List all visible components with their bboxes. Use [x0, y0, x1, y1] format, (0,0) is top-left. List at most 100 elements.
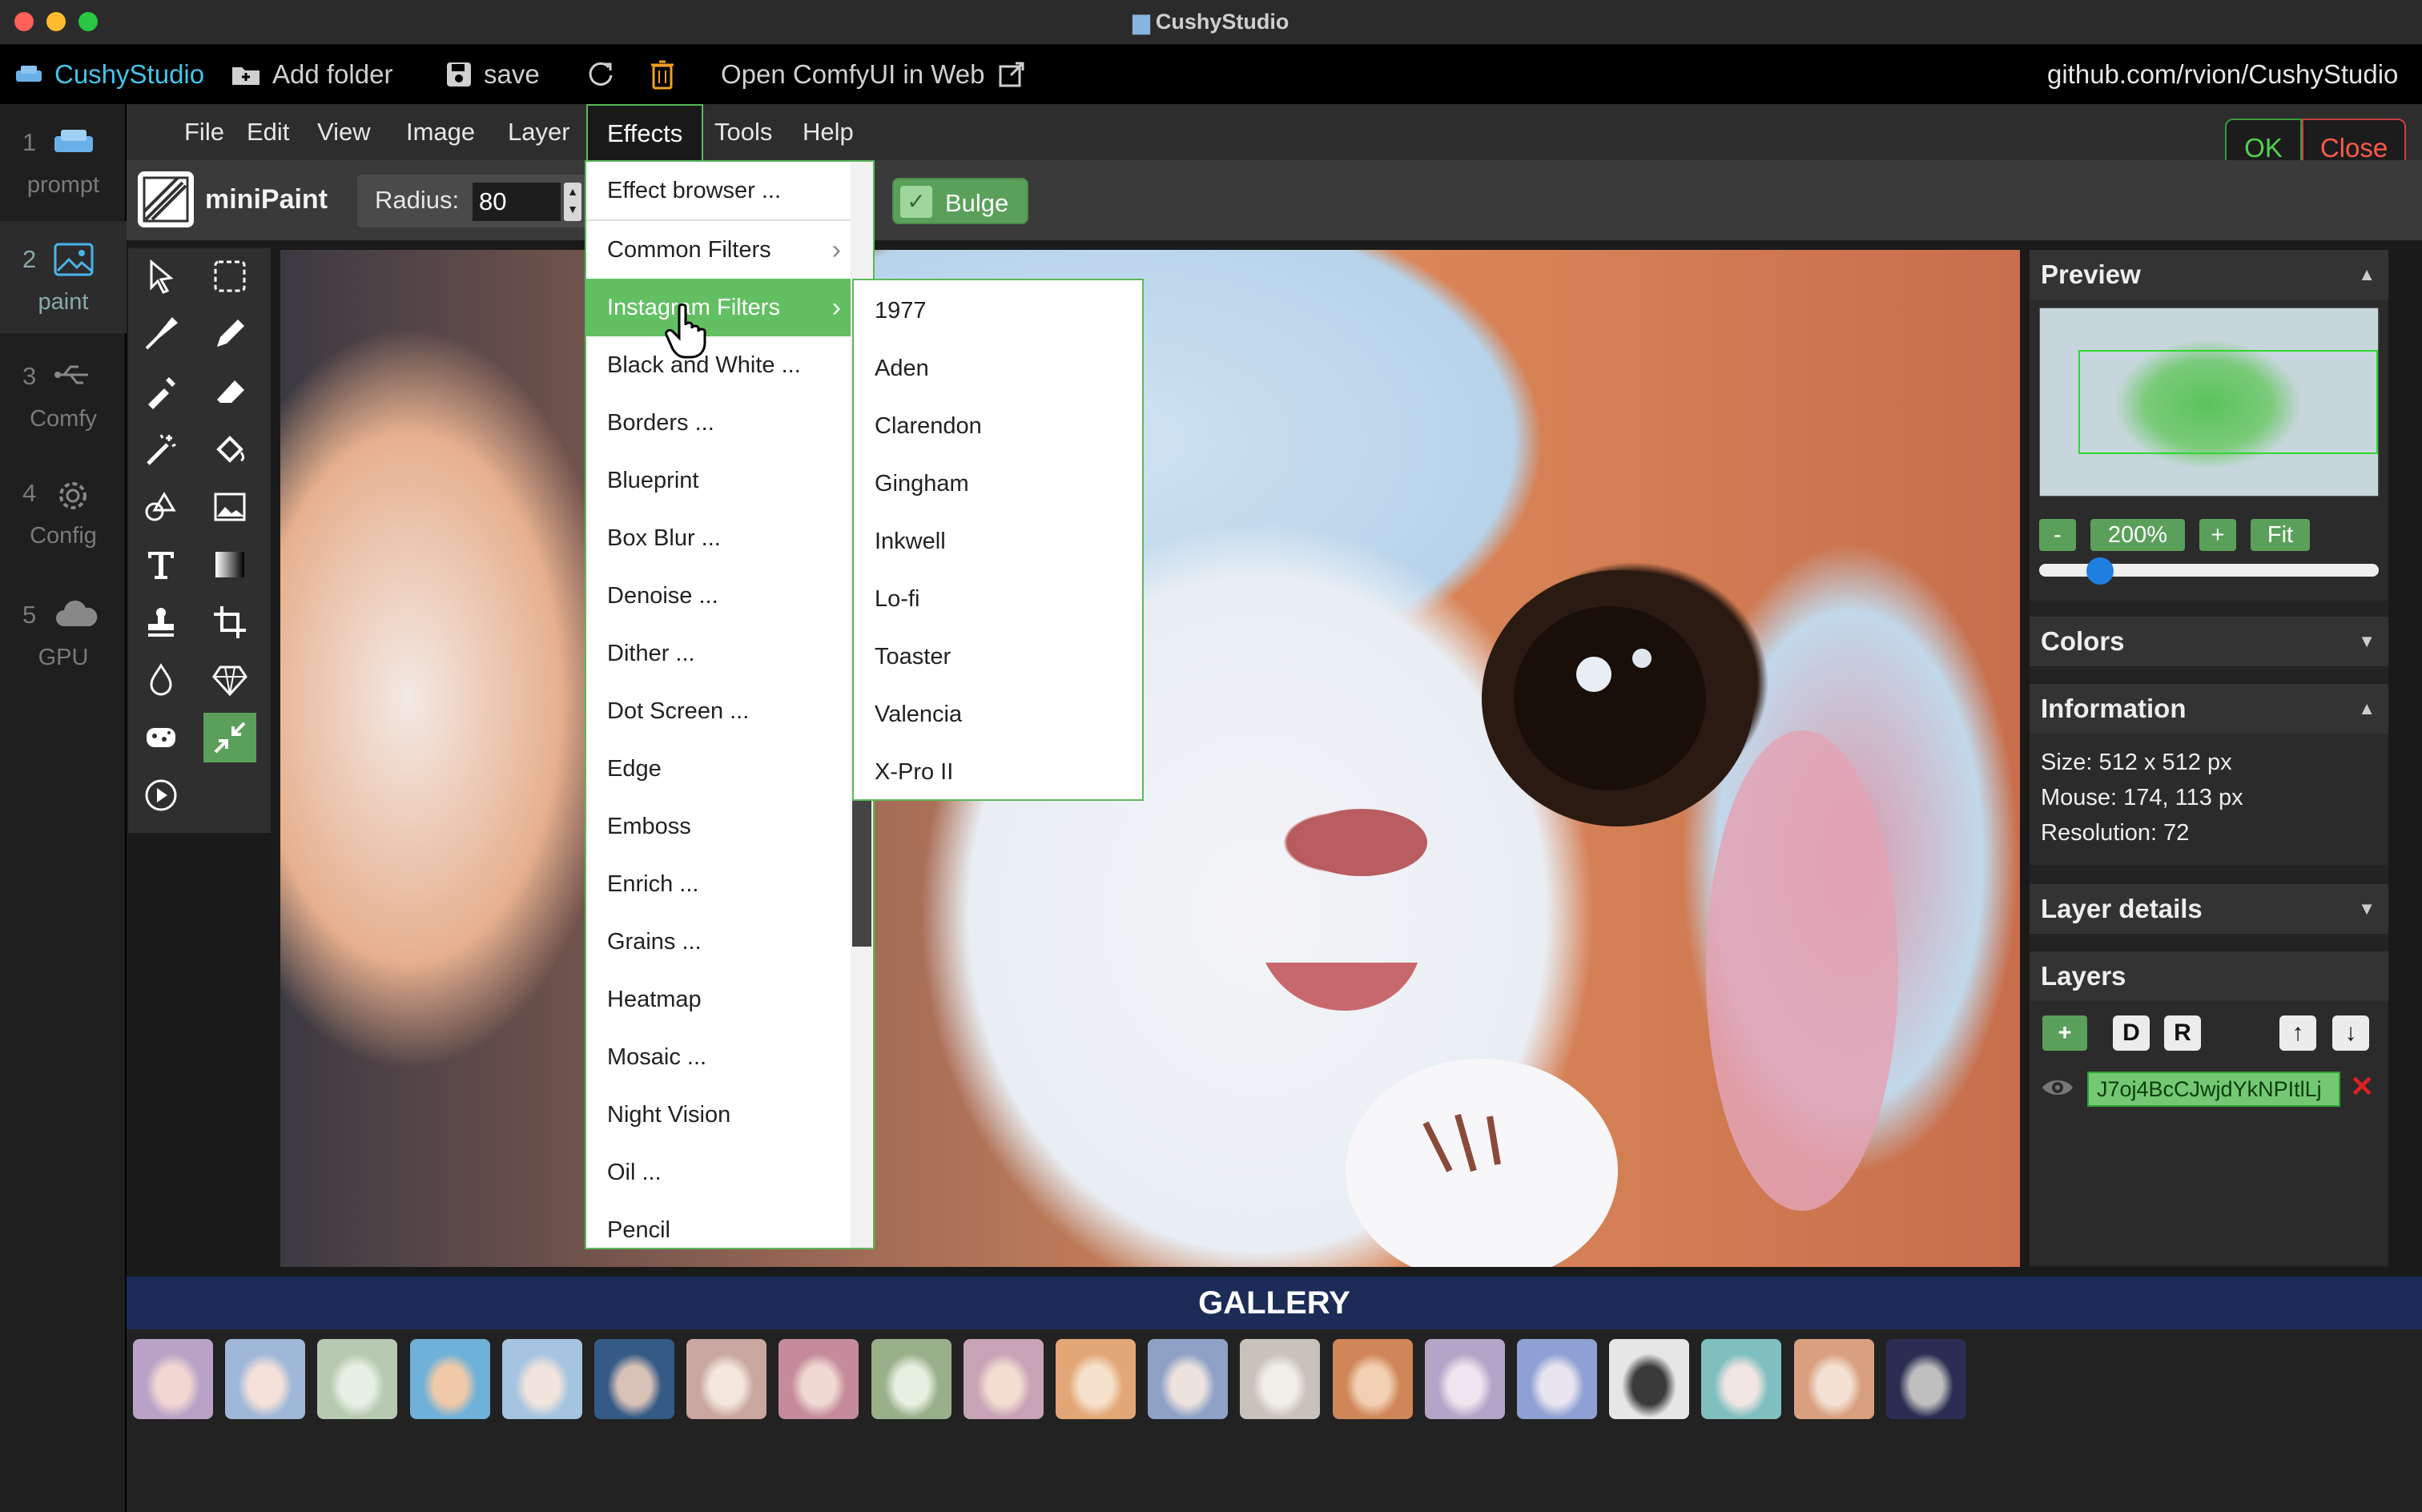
- zoom-slider-handle[interactable]: [2086, 557, 2114, 585]
- menu-item-1977[interactable]: 1977: [854, 282, 1142, 340]
- preview-viewport-box[interactable]: [2078, 350, 2378, 454]
- menu-item-edge[interactable]: Edge: [586, 740, 851, 798]
- move-layer-up-button[interactable]: ↑: [2279, 1015, 2316, 1051]
- save-button[interactable]: save: [445, 56, 540, 93]
- rect-select-tool[interactable]: [203, 251, 256, 301]
- gallery-thumbnail[interactable]: [1424, 1339, 1505, 1419]
- menu-item-mosaic[interactable]: Mosaic ...: [586, 1028, 851, 1086]
- crop-tool[interactable]: [203, 597, 256, 647]
- zoom-out-button[interactable]: -: [2039, 519, 2076, 551]
- gallery-thumbnail[interactable]: [225, 1339, 306, 1419]
- menu-item-inkwell[interactable]: Inkwell: [854, 513, 1142, 570]
- menu-item-blueprint[interactable]: Blueprint: [586, 452, 851, 509]
- gallery-thumbnail[interactable]: [686, 1339, 767, 1419]
- radius-stepper[interactable]: ▲ ▼: [564, 183, 581, 221]
- bulge-pinch-tool[interactable]: [203, 713, 256, 762]
- gallery-thumbnail[interactable]: [594, 1339, 674, 1419]
- gallery-thumbnail[interactable]: [871, 1339, 952, 1419]
- menu-item-box-blur[interactable]: Box Blur ...: [586, 509, 851, 567]
- brush-tool[interactable]: [135, 309, 187, 359]
- menu-item-toaster[interactable]: Toaster: [854, 628, 1142, 686]
- colors-panel-header[interactable]: Colors ▼: [2030, 617, 2388, 666]
- menu-edit[interactable]: Edit: [227, 104, 308, 160]
- gallery-thumbnail[interactable]: [1517, 1339, 1597, 1419]
- raster-layer-button[interactable]: R: [2164, 1015, 2201, 1051]
- menu-item-oil[interactable]: Oil ...: [586, 1144, 851, 1201]
- sidebar-item-gpu[interactable]: 5 GPU: [0, 577, 127, 689]
- repo-link[interactable]: github.com/rvion/CushyStudio: [2047, 56, 2398, 93]
- menu-item-grains[interactable]: Grains ...: [586, 913, 851, 971]
- menu-item-x-pro-ii[interactable]: X-Pro II: [854, 743, 1142, 801]
- preview-panel-header[interactable]: Preview ▲: [2030, 250, 2388, 300]
- gallery-thumbnail[interactable]: [1332, 1339, 1413, 1419]
- gallery-thumbnail[interactable]: [1056, 1339, 1136, 1419]
- pencil-tool[interactable]: [203, 309, 256, 359]
- menu-item-gingham[interactable]: Gingham: [854, 455, 1142, 513]
- menu-item-effect-browser[interactable]: Effect browser ...: [586, 162, 851, 219]
- gallery-thumbnail[interactable]: [317, 1339, 398, 1419]
- gallery-thumbnail[interactable]: [133, 1339, 213, 1419]
- zoom-in-button[interactable]: +: [2199, 519, 2236, 551]
- menu-view[interactable]: View: [298, 104, 390, 160]
- delete-layer-icon[interactable]: ✕: [2350, 1070, 2374, 1104]
- sharpen-tool[interactable]: [203, 655, 256, 705]
- menu-item-dot-screen[interactable]: Dot Screen ...: [586, 682, 851, 740]
- sidebar-item-config[interactable]: 4 Config: [0, 455, 127, 567]
- gallery-thumbnail[interactable]: [501, 1339, 582, 1419]
- gallery-thumbnail[interactable]: [1148, 1339, 1229, 1419]
- sidebar-item-prompt[interactable]: 1 prompt: [0, 104, 127, 216]
- gallery-thumbnail[interactable]: [1793, 1339, 1874, 1419]
- menu-item-aden[interactable]: Aden: [854, 340, 1142, 397]
- menu-item-pencil[interactable]: Pencil: [586, 1201, 851, 1248]
- text-tool[interactable]: [135, 540, 187, 589]
- add-folder-button[interactable]: Add folder: [231, 56, 392, 93]
- layer-name[interactable]: J7oj4BcCJwjdYkNPItlLj: [2087, 1072, 2340, 1107]
- menu-item-common-filters[interactable]: Common Filters ›: [586, 221, 851, 279]
- menu-image[interactable]: Image: [387, 104, 494, 160]
- gallery-thumbnail[interactable]: [1701, 1339, 1782, 1419]
- select-tool[interactable]: [135, 251, 187, 301]
- gallery-thumbnail[interactable]: [409, 1339, 490, 1419]
- menu-item-dither[interactable]: Dither ...: [586, 625, 851, 682]
- magic-wand-tool[interactable]: [135, 424, 187, 474]
- menu-item-black-and-white[interactable]: Black and White ...: [586, 336, 851, 394]
- duplicate-layer-button[interactable]: D: [2113, 1015, 2150, 1051]
- animation-tool[interactable]: [135, 770, 187, 820]
- layer-row[interactable]: J7oj4BcCJwjdYkNPItlLj ✕: [2030, 1065, 2388, 1112]
- reload-button[interactable]: [585, 56, 626, 93]
- trash-button[interactable]: [650, 56, 686, 93]
- sidebar-item-paint[interactable]: 2 paint: [0, 221, 127, 333]
- information-panel-header[interactable]: Information ▲: [2030, 684, 2388, 734]
- menu-item-night-vision[interactable]: Night Vision: [586, 1086, 851, 1144]
- blur-tool[interactable]: [135, 655, 187, 705]
- sidebar-item-comfy[interactable]: 3 Comfy: [0, 338, 127, 450]
- gallery-thumbnail[interactable]: [1240, 1339, 1321, 1419]
- menu-item-borders[interactable]: Borders ...: [586, 394, 851, 452]
- radius-input[interactable]: [473, 183, 561, 221]
- gradient-tool[interactable]: [203, 540, 256, 589]
- bulge-toggle[interactable]: ✓ Bulge: [892, 178, 1028, 224]
- picker-tool[interactable]: [135, 367, 187, 416]
- shape-tool[interactable]: [135, 482, 187, 532]
- clone-tool[interactable]: [135, 597, 187, 647]
- open-comfyui-button[interactable]: Open ComfyUI in Web: [721, 56, 1036, 93]
- menu-item-enrich[interactable]: Enrich ...: [586, 855, 851, 913]
- app-name-button[interactable]: CushyStudio: [14, 56, 204, 93]
- gallery-thumbnail[interactable]: [1609, 1339, 1690, 1419]
- desaturate-tool[interactable]: [135, 713, 187, 762]
- menu-effects[interactable]: Effects: [586, 104, 704, 160]
- image-tool[interactable]: [203, 482, 256, 532]
- menu-help[interactable]: Help: [783, 104, 873, 160]
- image-canvas[interactable]: [280, 250, 2020, 1267]
- move-layer-down-button[interactable]: ↓: [2332, 1015, 2369, 1051]
- add-layer-button[interactable]: +: [2042, 1015, 2087, 1051]
- menu-item-lo-fi[interactable]: Lo-fi: [854, 570, 1142, 628]
- menu-item-emboss[interactable]: Emboss: [586, 798, 851, 855]
- layer-details-panel-header[interactable]: Layer details ▼: [2030, 884, 2388, 934]
- zoom-fit-button[interactable]: Fit: [2251, 519, 2310, 551]
- gallery-thumbnail[interactable]: [963, 1339, 1044, 1419]
- gallery-thumbnail[interactable]: [778, 1339, 859, 1419]
- eye-icon[interactable]: [2041, 1076, 2074, 1099]
- menu-item-valencia[interactable]: Valencia: [854, 686, 1142, 743]
- fill-tool[interactable]: [203, 424, 256, 474]
